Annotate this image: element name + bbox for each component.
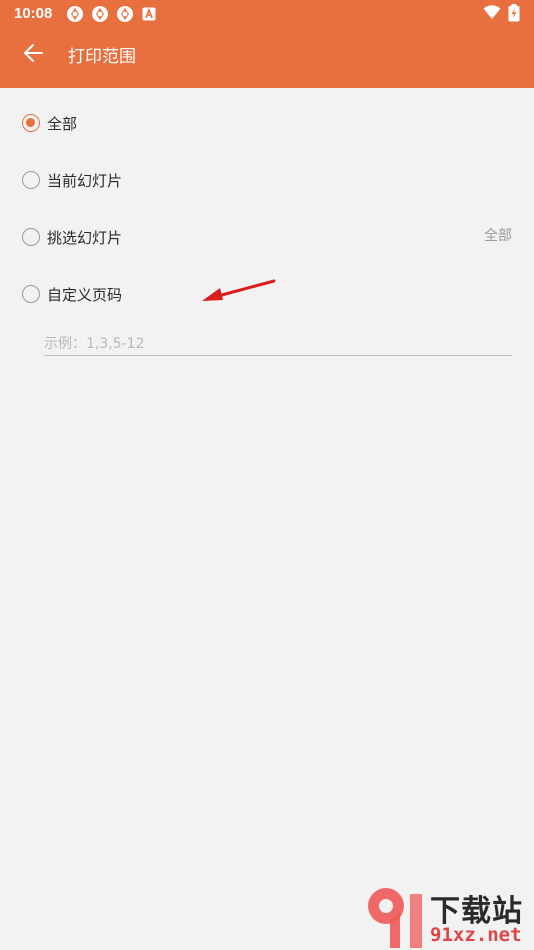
option-label: 全部 (47, 115, 78, 133)
option-label: 自定义页码 (47, 286, 123, 304)
option-select-slides[interactable]: 挑选幻灯片 全部 (0, 215, 534, 259)
arrow-left-icon[interactable] (18, 40, 50, 66)
option-label: 挑选幻灯片 (47, 229, 123, 247)
sync-icon (67, 6, 83, 22)
custom-pages-input[interactable] (44, 332, 512, 356)
app-a-icon (142, 7, 156, 21)
radio-select-slides[interactable] (22, 228, 40, 246)
toolbar: 打印范围 (0, 28, 534, 88)
radio-custom-pages[interactable] (22, 285, 40, 303)
sync-icon (117, 6, 133, 22)
sync-icon (92, 6, 108, 22)
annotation-arrow-icon (202, 279, 276, 301)
option-all[interactable]: 全部 (0, 101, 534, 145)
radio-all[interactable] (22, 114, 40, 132)
page-title: 打印范围 (68, 47, 136, 67)
option-current-slide[interactable]: 当前幻灯片 (0, 158, 534, 202)
app-bar: 10:08 打印范围 (0, 0, 534, 88)
status-bar: 10:08 (0, 0, 534, 28)
radio-current-slide[interactable] (22, 171, 40, 189)
option-label: 当前幻灯片 (47, 172, 123, 190)
watermark-logo-icon (368, 888, 422, 948)
battery-icon (508, 4, 520, 22)
watermark-url: 91xz.net (430, 924, 522, 946)
watermark: 下载站 91xz.net (362, 884, 534, 950)
wifi-icon (483, 5, 501, 19)
status-time: 10:08 (14, 5, 53, 22)
selected-slides-value[interactable]: 全部 (484, 225, 512, 245)
